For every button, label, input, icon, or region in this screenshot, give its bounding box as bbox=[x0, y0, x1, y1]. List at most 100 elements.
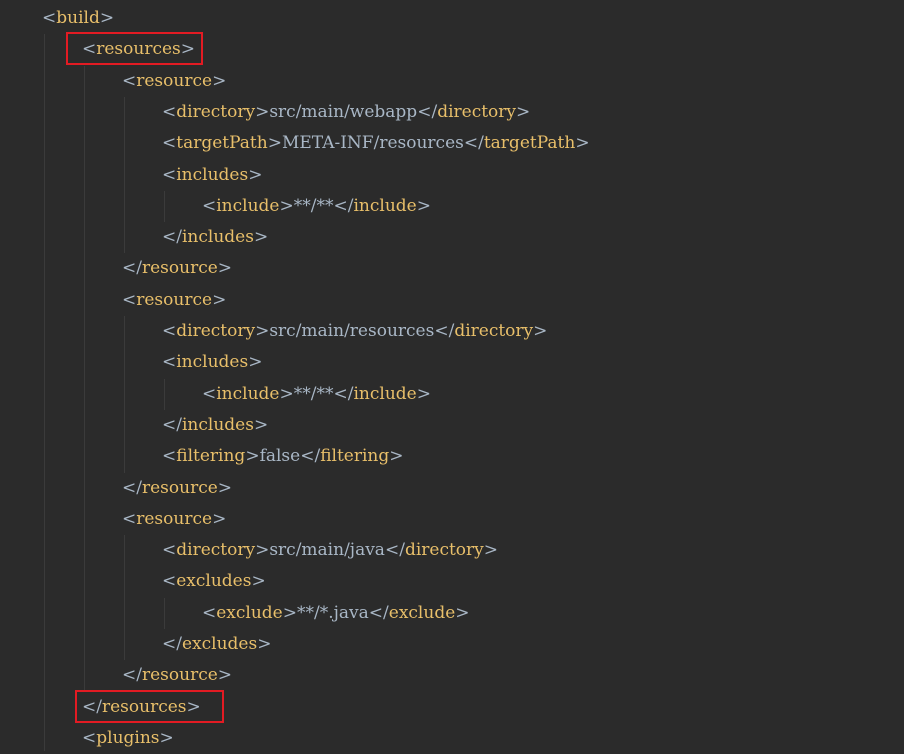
code-line[interactable]: <excludes> bbox=[162, 566, 266, 597]
tag-open-bracket: </ bbox=[122, 665, 142, 686]
tag-open-bracket: < bbox=[122, 508, 137, 529]
code-line[interactable]: <exclude>**/*.java</exclude> bbox=[202, 598, 470, 629]
tag-open-bracket: < bbox=[42, 8, 57, 28]
code-line[interactable]: <directory>src/main/webapp</directory> bbox=[162, 97, 530, 128]
end-tag-open-bracket: </ bbox=[333, 195, 354, 216]
tag-close-bracket: > bbox=[212, 70, 227, 91]
code-line[interactable]: <include>**/**</include> bbox=[202, 379, 431, 410]
indent-guide bbox=[164, 378, 165, 410]
code-line[interactable]: </includes> bbox=[162, 410, 268, 441]
tag-close-bracket: > bbox=[279, 383, 294, 404]
indent-guide bbox=[164, 597, 165, 629]
code-line[interactable]: </resource> bbox=[122, 473, 232, 504]
code-line[interactable]: </includes> bbox=[162, 222, 268, 253]
code-line[interactable]: </excludes> bbox=[162, 629, 271, 660]
indent-guide bbox=[124, 535, 125, 661]
code-line[interactable]: <targetPath>META-INF/resources</targetPa… bbox=[162, 128, 590, 159]
tag-open-bracket: < bbox=[162, 321, 177, 341]
tag-name: directory bbox=[176, 321, 256, 341]
tag-close-bracket: > bbox=[99, 8, 115, 28]
code-line[interactable]: </resource> bbox=[122, 660, 232, 691]
tag-close-bracket: > bbox=[255, 540, 270, 561]
code-line[interactable]: <include>**/**</include> bbox=[202, 191, 431, 222]
code-line[interactable]: </resource> bbox=[122, 253, 232, 284]
tag-open-bracket: < bbox=[82, 727, 97, 748]
end-tag-open-bracket: </ bbox=[333, 383, 354, 404]
tag-open-bracket: < bbox=[202, 195, 217, 216]
tag-close-bracket: > bbox=[251, 571, 266, 592]
code-line[interactable]: <includes> bbox=[162, 160, 262, 191]
tag-name: includes bbox=[181, 414, 254, 435]
tag-name: exclude bbox=[216, 602, 283, 623]
code-line[interactable]: <plugins> bbox=[82, 723, 174, 754]
code-line[interactable]: <includes> bbox=[162, 347, 262, 378]
end-tag-name: include bbox=[353, 195, 417, 216]
tag-close-bracket: > bbox=[217, 477, 233, 498]
tag-open-bracket: < bbox=[122, 70, 137, 91]
code-line[interactable]: <resource> bbox=[122, 285, 226, 316]
tag-content: src/main/java bbox=[269, 540, 385, 561]
tag-name: resource bbox=[141, 477, 218, 498]
tag-name: resource bbox=[136, 70, 213, 91]
end-tag-open-bracket: </ bbox=[463, 133, 484, 154]
tag-close-bracket: > bbox=[253, 227, 269, 248]
tag-name: include bbox=[216, 383, 280, 404]
tag-name: excludes bbox=[176, 571, 252, 592]
tag-close-bracket: > bbox=[255, 101, 270, 122]
highlight-box bbox=[75, 689, 224, 723]
end-tag-open-bracket: </ bbox=[300, 446, 321, 467]
tag-name: resource bbox=[136, 508, 213, 529]
tag-name: includes bbox=[181, 227, 254, 248]
end-tag-open-bracket: </ bbox=[384, 540, 405, 561]
end-tag-close-bracket: > bbox=[416, 195, 431, 216]
tag-name: filtering bbox=[176, 446, 246, 467]
code-line[interactable]: <resource> bbox=[122, 66, 226, 97]
end-tag-name: include bbox=[353, 383, 417, 404]
code-line[interactable]: <resource> bbox=[122, 504, 226, 535]
end-tag-name: filtering bbox=[320, 446, 390, 467]
tag-content: **/*.java bbox=[297, 602, 369, 623]
indent-guide bbox=[164, 190, 165, 223]
tag-name: include bbox=[216, 195, 280, 216]
indent-guide bbox=[124, 316, 125, 473]
code-line[interactable]: <build> bbox=[42, 3, 114, 34]
tag-name: resource bbox=[141, 258, 218, 279]
end-tag-open-bracket: </ bbox=[368, 602, 389, 623]
code-editor[interactable]: <build> <resources> <resource> <directory>s… bbox=[0, 0, 904, 751]
end-tag-name: directory bbox=[454, 321, 534, 341]
code-line[interactable]: <directory>src/main/java</directory> bbox=[162, 535, 498, 566]
end-tag-open-bracket: </ bbox=[417, 101, 438, 122]
tag-close-bracket: > bbox=[248, 352, 263, 373]
tag-content: **/** bbox=[293, 195, 334, 216]
end-tag-close-bracket: > bbox=[533, 321, 548, 341]
tag-close-bracket: > bbox=[159, 727, 174, 748]
tag-content: **/** bbox=[293, 383, 334, 404]
tag-open-bracket: < bbox=[122, 289, 137, 310]
indent-guide bbox=[44, 34, 45, 751]
tag-close-bracket: > bbox=[255, 321, 270, 341]
tag-name: plugins bbox=[96, 727, 160, 748]
tag-close-bracket: > bbox=[212, 508, 227, 529]
highlight-box bbox=[66, 32, 203, 66]
tag-open-bracket: </ bbox=[122, 258, 142, 279]
end-tag-close-bracket: > bbox=[483, 540, 499, 561]
tag-close-bracket: > bbox=[212, 289, 227, 310]
tag-name: resource bbox=[136, 289, 213, 310]
tag-name: directory bbox=[176, 540, 256, 561]
end-tag-close-bracket: > bbox=[516, 101, 531, 122]
tag-open-bracket: < bbox=[162, 352, 177, 373]
indent-guide bbox=[84, 65, 85, 692]
end-tag-name: targetPath bbox=[483, 133, 576, 154]
tag-open-bracket: < bbox=[162, 164, 177, 185]
tag-open-bracket: < bbox=[162, 446, 177, 467]
tag-close-bracket: > bbox=[253, 414, 269, 435]
code-line[interactable]: <directory>src/main/resources</directory… bbox=[162, 316, 547, 347]
tag-name: includes bbox=[176, 352, 249, 373]
code-line[interactable]: <filtering>false</filtering> bbox=[162, 441, 404, 472]
tag-name: directory bbox=[176, 101, 256, 122]
tag-close-bracket: > bbox=[217, 258, 233, 279]
tag-name: build bbox=[56, 8, 100, 28]
tag-close-bracket: > bbox=[217, 665, 233, 686]
tag-open-bracket: < bbox=[162, 540, 177, 561]
tag-content: src/main/resources bbox=[269, 321, 435, 341]
